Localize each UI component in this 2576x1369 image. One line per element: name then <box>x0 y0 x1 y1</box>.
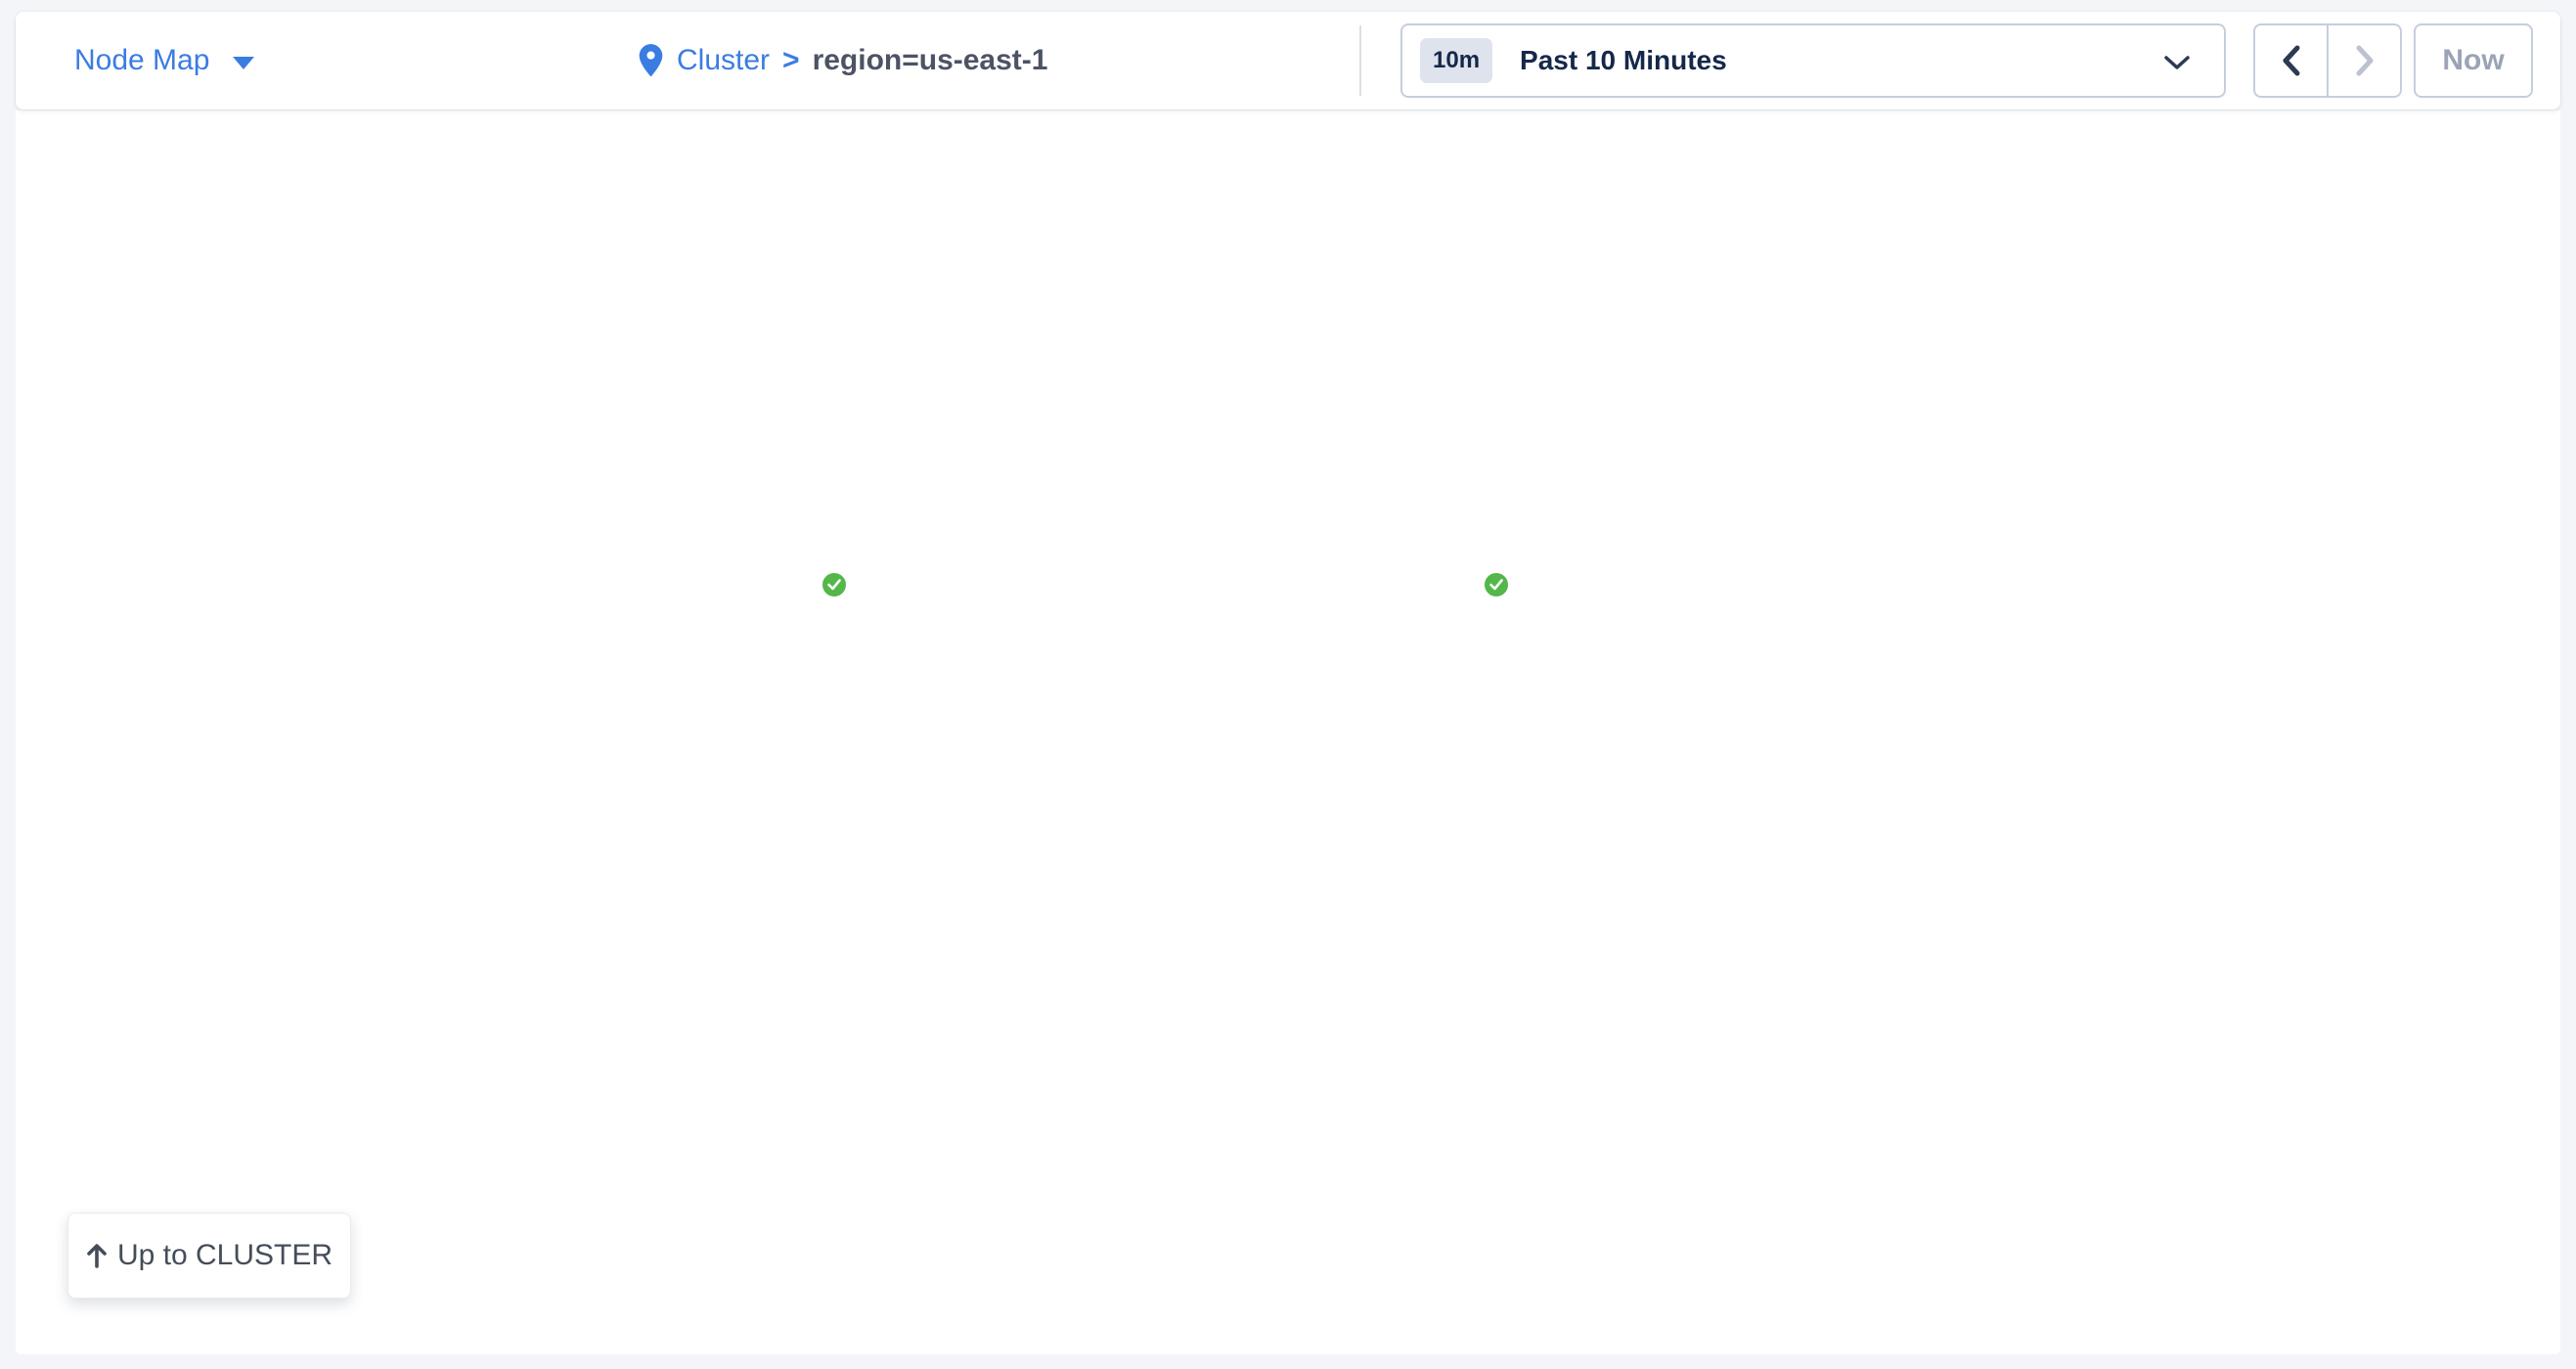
time-window-nav <box>2253 23 2402 98</box>
up-to-cluster-button[interactable]: Up to CLUSTER <box>67 1213 351 1299</box>
chevron-left-icon <box>2279 44 2304 77</box>
node-map-canvas <box>16 110 2560 1354</box>
up-to-cluster-label: Up to CLUSTER <box>117 1239 333 1272</box>
now-button[interactable]: Now <box>2414 23 2533 98</box>
view-mode-label: Node Map <box>74 44 209 77</box>
breadcrumb-cluster-link[interactable]: Cluster <box>677 44 770 77</box>
time-range-badge: 10m <box>1420 38 1492 83</box>
breadcrumb-separator: > <box>782 44 800 77</box>
arrow-up-icon <box>86 1243 108 1268</box>
chevron-right-icon <box>2352 44 2377 77</box>
breadcrumb-current-locality: region=us-east-1 <box>813 44 1048 77</box>
view-mode-selector[interactable]: Node Map <box>59 12 270 110</box>
chevron-down-icon <box>233 57 254 69</box>
top-bar: Node Map Cluster > region=us-east-1 10m … <box>16 12 2560 110</box>
topbar-divider <box>1359 25 1361 96</box>
map-pin-icon <box>638 43 664 78</box>
breadcrumb: Cluster > region=us-east-1 <box>638 12 1047 110</box>
healthy-check-icon <box>1482 570 1511 599</box>
time-range-dropdown[interactable]: 10m Past 10 Minutes <box>1400 23 2226 98</box>
time-range-label: Past 10 Minutes <box>1520 45 1727 76</box>
next-time-window-button[interactable] <box>2329 25 2400 96</box>
prev-time-window-button[interactable] <box>2255 25 2329 96</box>
chevron-down-icon <box>2163 55 2191 70</box>
healthy-check-icon <box>820 570 849 599</box>
